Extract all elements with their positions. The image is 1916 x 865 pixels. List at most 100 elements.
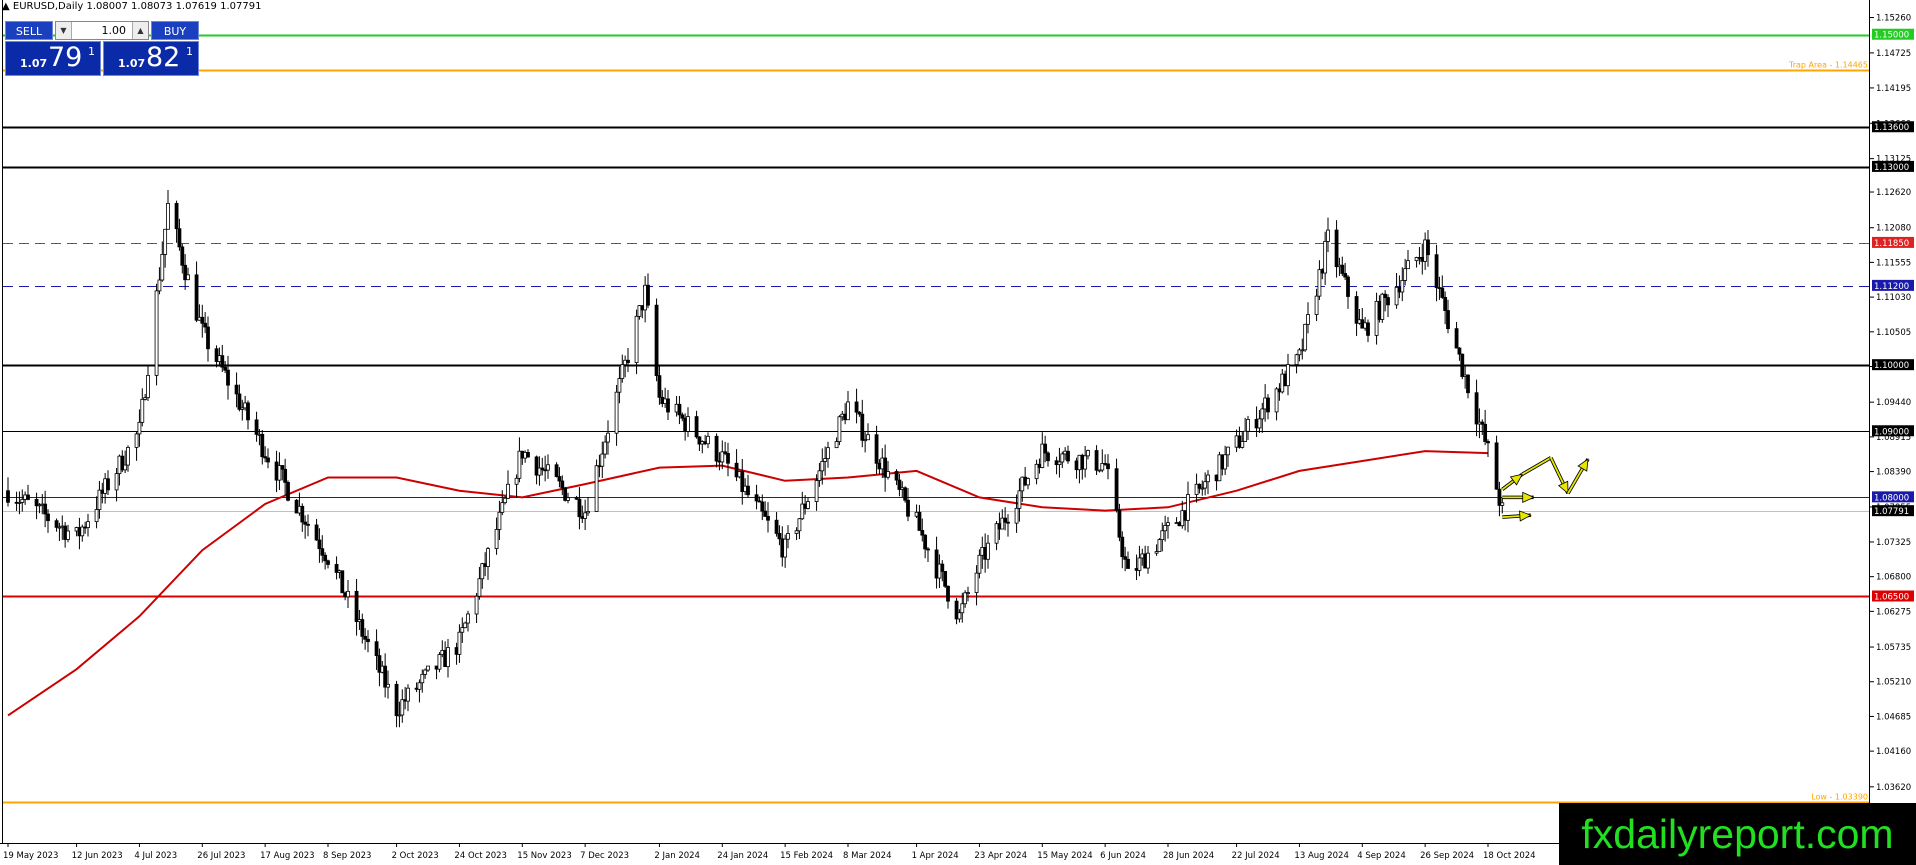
candle-body — [266, 457, 270, 463]
sell-price-button[interactable]: 1.07 79 1 — [5, 41, 101, 76]
decrease-lot-icon[interactable]: ▼ — [56, 22, 72, 39]
candle-body — [1454, 328, 1459, 349]
price-chart[interactable]: Trap Area - 1.14465 Low - 1.03390 1.15260… — [0, 0, 1916, 865]
candle-body — [234, 384, 239, 395]
price-level-tag-label: 1.15000 — [1874, 31, 1909, 41]
candle-body — [1500, 502, 1505, 506]
candle-body — [557, 476, 562, 482]
candle-body — [1354, 296, 1359, 324]
candle-body — [486, 548, 490, 567]
candle-body — [686, 416, 690, 432]
candle-body — [634, 315, 639, 363]
time-tick-label: 12 Jun 2023 — [72, 851, 123, 861]
candle-body — [1434, 254, 1439, 288]
buy-price-button[interactable]: 1.07 82 1 — [103, 41, 199, 76]
candle-body — [1186, 494, 1190, 521]
candle-body — [874, 434, 879, 464]
candle-body — [926, 548, 930, 551]
candle-body — [1083, 455, 1088, 470]
candle-body — [194, 274, 199, 321]
time-tick-label: 2 Jan 2024 — [654, 851, 700, 861]
candle-body — [526, 452, 530, 458]
candle-body — [497, 511, 502, 530]
price-level-tag-label: 1.11200 — [1874, 282, 1909, 292]
candle-body — [974, 572, 979, 593]
candle-body — [1386, 297, 1390, 306]
candle-body — [154, 290, 159, 376]
candle-body — [817, 470, 822, 481]
candle-body — [426, 665, 430, 671]
candle-body — [746, 485, 750, 496]
candle-body — [1257, 418, 1262, 429]
candle-body — [1260, 408, 1265, 420]
candle-body — [163, 228, 168, 255]
candle-body — [1406, 260, 1410, 270]
candle-body — [1294, 354, 1299, 365]
candle-body — [766, 515, 770, 521]
sell-button[interactable]: SELL — [5, 21, 53, 40]
time-tick-label: 26 Sep 2024 — [1420, 851, 1474, 861]
candle-body — [146, 374, 150, 399]
candle-body — [220, 355, 225, 368]
candle-body — [774, 519, 779, 534]
candle-body — [123, 464, 128, 471]
time-tick-label: 19 May 2023 — [3, 851, 58, 861]
candle-body — [866, 434, 870, 441]
buy-button[interactable]: BUY — [151, 21, 199, 40]
time-tick-label: 13 Aug 2024 — [1294, 851, 1348, 861]
candle-body — [626, 359, 630, 363]
price-tick-label: 1.04160 — [1876, 747, 1911, 757]
candle-body — [300, 505, 305, 523]
candle-body — [206, 326, 210, 350]
candle-body — [946, 585, 950, 602]
candle-body — [460, 627, 465, 633]
level-text-label: Trap Area - 1.14465 — [1788, 61, 1868, 70]
candle-body — [783, 538, 788, 558]
candle-body — [677, 403, 682, 416]
candle-body — [1160, 530, 1165, 541]
candle-body — [340, 570, 345, 594]
triangle-up-icon[interactable]: ▲ — [2, 1, 10, 12]
candle-body — [94, 509, 99, 523]
lot-size-value[interactable]: 1.00 — [102, 22, 127, 39]
buy-price-prefix: 1.07 — [118, 57, 146, 70]
candle-body — [963, 592, 968, 605]
candle-body — [26, 494, 30, 500]
candle-body — [1120, 536, 1125, 558]
candle-body — [494, 529, 499, 549]
candle-body — [420, 673, 425, 684]
candle-body — [617, 378, 622, 393]
candle-body — [706, 435, 710, 445]
brand-watermark: fxdailyreport.com — [1559, 803, 1916, 865]
time-tick-label: 6 Jun 2024 — [1100, 851, 1146, 861]
candle-body — [514, 477, 519, 485]
candle-body — [1137, 557, 1142, 571]
candle-body — [1334, 229, 1339, 268]
candle-body — [346, 590, 350, 598]
candle-body — [1440, 287, 1445, 298]
candle-body — [566, 497, 570, 501]
candle-body — [394, 683, 399, 717]
candle-body — [1203, 481, 1208, 489]
candle-body — [714, 435, 719, 462]
candle-body — [760, 501, 765, 512]
candle-body — [1240, 441, 1245, 448]
price-tick-label: 1.14195 — [1876, 84, 1911, 94]
candle-body — [474, 595, 479, 615]
increase-lot-icon[interactable]: ▲ — [132, 22, 148, 39]
candle-body — [160, 254, 165, 281]
candle-body — [586, 511, 590, 514]
candle-body — [1243, 430, 1248, 442]
candle-body — [1003, 517, 1008, 523]
candle-body — [694, 416, 699, 438]
candle-body — [1340, 264, 1345, 274]
candle-body — [237, 393, 242, 410]
candle-body — [1086, 450, 1090, 457]
lot-size-field[interactable]: ▼ 1.00 ▲ — [55, 21, 149, 40]
candle-body — [463, 622, 468, 629]
candle-body — [894, 471, 899, 481]
time-tick-label: 28 Jun 2024 — [1163, 851, 1214, 861]
candle-body — [906, 499, 910, 517]
price-tick-label: 1.05735 — [1876, 643, 1911, 653]
price-level-tag-label: 1.13000 — [1874, 163, 1909, 173]
